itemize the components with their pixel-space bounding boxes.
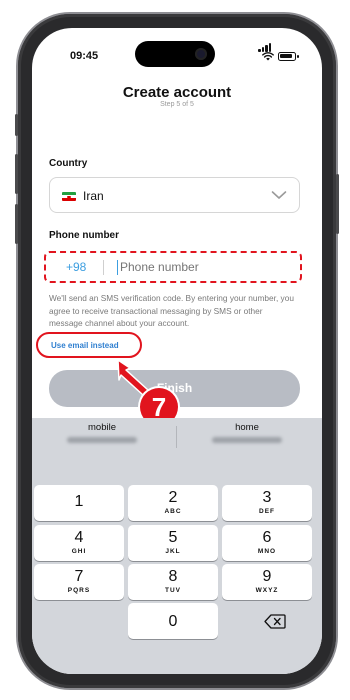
key-digit: 2 [168, 489, 178, 506]
key-6[interactable]: 6 MNO [222, 525, 312, 561]
status-time: 09:45 [70, 50, 99, 62]
app-screen: 09:45 Create account Step 5 of 5 Country… [32, 28, 322, 674]
key-9[interactable]: 9 WXYZ [222, 564, 312, 600]
country-select[interactable]: Iran [49, 177, 300, 213]
key-digit: 0 [168, 613, 178, 630]
step-indicator: Step 5 of 5 [160, 101, 194, 108]
volume-down-button [15, 204, 18, 244]
wifi-icon [262, 52, 274, 61]
key-letters: PQRS [67, 587, 91, 594]
status-bar: 09:45 [32, 28, 322, 72]
phone-number-field[interactable]: +98 [44, 251, 302, 283]
suggestion-label: mobile [88, 422, 116, 433]
key-digit: 8 [168, 568, 178, 585]
dynamic-island [135, 41, 215, 67]
key-0[interactable]: 0 [128, 603, 218, 639]
key-digit: 9 [262, 568, 272, 585]
key-5[interactable]: 5 JKL [128, 525, 218, 561]
key-8[interactable]: 8 TUV [128, 564, 218, 600]
blurred-number [212, 437, 282, 443]
country-value: Iran [83, 189, 104, 203]
chevron-down-icon [271, 191, 287, 199]
key-letters: GHI [71, 548, 87, 555]
key-digit: 5 [168, 529, 178, 546]
key-2[interactable]: 2 ABC [128, 485, 218, 521]
iran-flag-icon [62, 192, 76, 201]
suggestion-label: home [235, 422, 259, 433]
volume-up-button [15, 154, 18, 194]
key-letters: WXYZ [255, 587, 279, 594]
key-digit: 7 [74, 568, 84, 585]
suggestion-home[interactable]: home [177, 422, 317, 443]
country-label: Country [49, 158, 88, 169]
key-letters: TUV [165, 587, 181, 594]
field-divider [103, 260, 104, 275]
text-cursor [117, 260, 118, 275]
power-button [336, 174, 339, 234]
key-digit: 6 [262, 529, 272, 546]
backspace-icon [264, 614, 286, 629]
mute-switch [15, 114, 18, 136]
key-letters: JKL [165, 548, 181, 555]
phone-mockup: 09:45 Create account Step 5 of 5 Country… [0, 0, 350, 700]
suggestion-mobile[interactable]: mobile [32, 422, 172, 443]
key-7[interactable]: 7 PQRS [34, 564, 124, 600]
key-letters: ABC [164, 508, 182, 515]
key-4[interactable]: 4 GHI [34, 525, 124, 561]
front-camera [195, 48, 207, 60]
phone-number-input[interactable] [120, 260, 270, 274]
key-letters: DEF [259, 508, 275, 515]
key-1[interactable]: 1 [34, 485, 124, 521]
blurred-number [67, 437, 137, 443]
suggestion-bar: mobile home [32, 418, 322, 454]
use-email-instead-link[interactable]: Use email instead [51, 341, 119, 350]
battery-icon [278, 52, 299, 61]
page-title: Create account [122, 84, 232, 101]
sms-disclaimer: We'll send an SMS verification code. By … [49, 293, 294, 328]
key-digit: 3 [262, 489, 272, 506]
key-digit: 4 [74, 529, 84, 546]
key-3[interactable]: 3 DEF [222, 485, 312, 521]
key-letters: MNO [257, 548, 277, 555]
delete-key[interactable] [230, 603, 320, 639]
key-digit: 1 [74, 493, 84, 510]
country-code[interactable]: +98 [66, 260, 86, 274]
phone-label: Phone number [49, 230, 120, 241]
numeric-keypad: mobile home 1 2 ABC 3 DEF 4 GHI 5 JKL 6 … [32, 418, 322, 674]
